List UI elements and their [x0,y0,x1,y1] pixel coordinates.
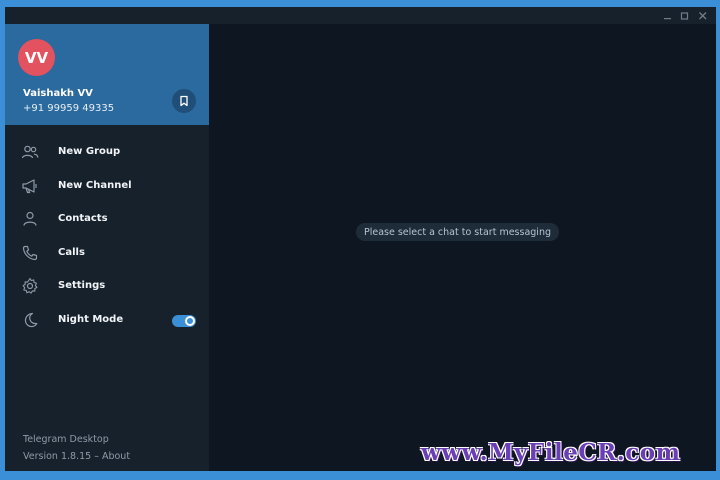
empty-chat-message: Please select a chat to start messaging [356,223,559,241]
version-about-link[interactable]: Version 1.8.15 – About [23,451,130,462]
megaphone-icon [21,177,39,195]
avatar[interactable]: VV [18,39,55,76]
menu-item-new-channel[interactable]: New Channel [5,169,209,203]
toggle-knob [185,315,195,326]
user-phone: +91 99959 49335 [23,103,115,114]
menu-item-label: Calls [58,246,85,258]
menu-item-night-mode[interactable]: Night Mode [5,303,209,337]
maximize-icon [680,11,689,20]
person-icon [21,210,39,228]
menu-item-label: New Channel [58,179,132,191]
app-name: Telegram Desktop [23,434,109,445]
close-button[interactable] [695,7,711,24]
chat-area: Please select a chat to start messaging [209,24,716,471]
menu-item-label: Night Mode [58,313,124,325]
menu-list: New Group New Channel Contacts Calls Set… [5,135,209,336]
profile-header: VV Vaishakh VV +91 99959 49335 [5,24,209,125]
close-icon [699,11,707,19]
title-bar [5,7,716,24]
minimize-button[interactable] [660,7,676,24]
screen-frame: VV Vaishakh VV +91 99959 49335 New Group [0,0,720,480]
menu-item-label: Settings [58,280,106,292]
group-icon [21,143,39,161]
menu-item-label: Contacts [58,213,108,225]
main-menu-sidebar: VV Vaishakh VV +91 99959 49335 New Group [5,24,209,471]
minimize-icon [664,17,671,19]
gear-icon [21,277,39,295]
app-window: VV Vaishakh VV +91 99959 49335 New Group [5,7,716,471]
menu-item-settings[interactable]: Settings [5,269,209,303]
menu-item-contacts[interactable]: Contacts [5,202,209,236]
maximize-button[interactable] [677,7,693,24]
menu-item-new-group[interactable]: New Group [5,135,209,169]
watermark: www.MyFileCR.com [421,439,681,466]
moon-icon [21,311,39,329]
menu-item-label: New Group [58,146,121,158]
phone-icon [21,244,39,262]
menu-item-calls[interactable]: Calls [5,236,209,270]
saved-messages-button[interactable] [172,89,196,113]
night-mode-toggle[interactable] [172,314,196,327]
bookmark-icon [180,95,188,107]
user-name: Vaishakh VV [23,88,93,99]
